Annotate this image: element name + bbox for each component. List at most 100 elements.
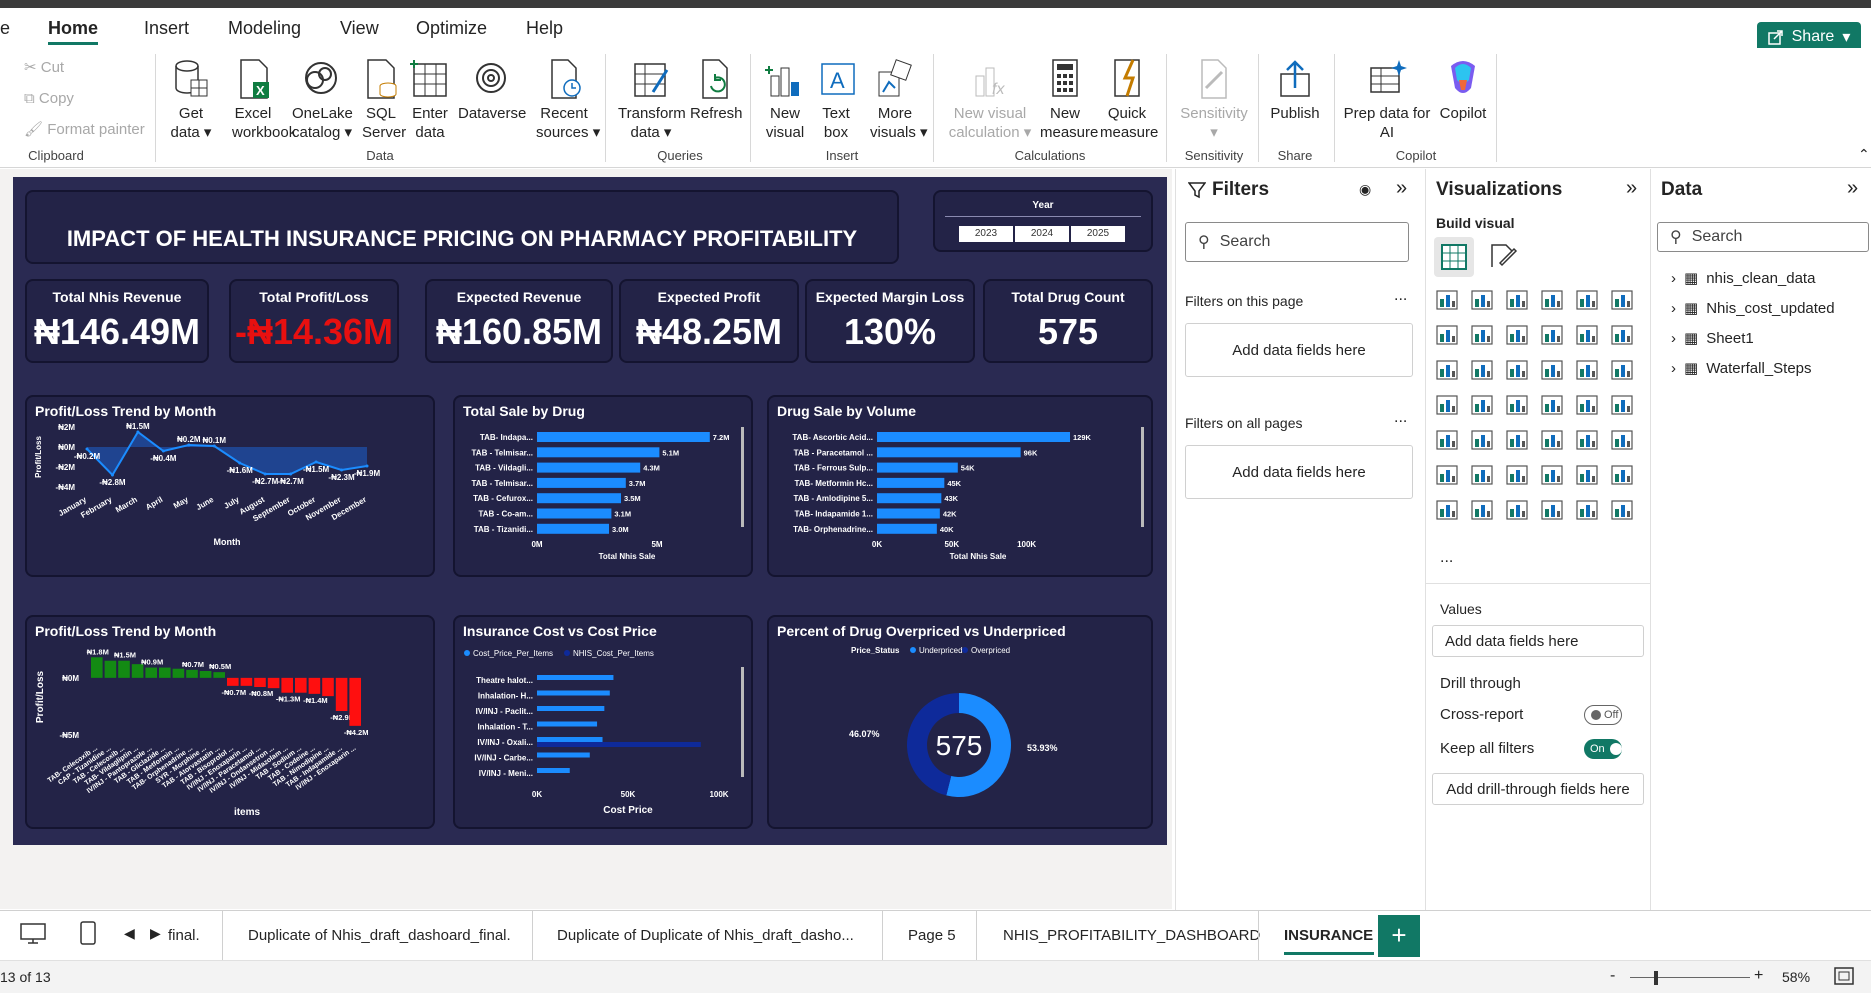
transform-data-button[interactable]: Transform data ▾	[618, 58, 686, 142]
get-data-button[interactable]: Get data ▾	[170, 58, 212, 142]
matrix-icon[interactable]	[1434, 392, 1460, 418]
area-chart-icon[interactable]	[1469, 322, 1495, 348]
table-icon[interactable]	[1539, 427, 1565, 453]
card-icon[interactable]	[1609, 392, 1635, 418]
menu-home[interactable]: Home	[48, 18, 99, 45]
multirow-card-icon[interactable]	[1434, 427, 1460, 453]
new-measure-button[interactable]: New measure	[1040, 58, 1098, 142]
stacked-column-icon[interactable]	[1469, 287, 1495, 313]
filters-search-input[interactable]: ⚲ Search	[1185, 222, 1409, 262]
copilot-button[interactable]: Copilot	[1436, 58, 1490, 123]
prep-data-for-ai-button[interactable]: Prep data for AI	[1342, 58, 1432, 142]
gauge-icon[interactable]	[1574, 392, 1600, 418]
arcgis-icon[interactable]	[1539, 497, 1565, 523]
donut-icon[interactable]	[1574, 357, 1600, 383]
format-painter-button[interactable]: 🖌 Format painter	[24, 120, 145, 138]
add-page-button[interactable]: +	[1378, 915, 1420, 957]
qa-icon[interactable]	[1539, 462, 1565, 488]
dataverse-button[interactable]: Dataverse	[458, 58, 526, 123]
tab-insurance-active[interactable]: INSURANCE P	[1284, 927, 1374, 955]
quick-measure-button[interactable]: Quick measure	[1100, 58, 1158, 142]
zoom-in-icon[interactable]: +	[1754, 967, 1763, 985]
zoom-slider[interactable]	[1630, 977, 1750, 978]
cut-button[interactable]: ✂ Cut	[24, 58, 64, 76]
table-nhis-cost-updated[interactable]: › ▦ Nhis_cost_updated	[1671, 299, 1835, 318]
decomposition-tree-icon[interactable]	[1504, 462, 1530, 488]
new-visual-calculation-button[interactable]: fx New visual calculation ▾	[944, 58, 1036, 142]
keep-filters-toggle[interactable]: On	[1584, 739, 1622, 759]
clustered-column-icon[interactable]	[1539, 287, 1565, 313]
text-box-button[interactable]: A Text box	[818, 58, 855, 142]
sensitivity-button[interactable]: Sensitivity ▾	[1178, 58, 1250, 142]
data-search-input[interactable]: ⚲ Search	[1657, 222, 1869, 252]
filters-all-dropzone[interactable]: Add data fields here	[1185, 445, 1413, 499]
slicer-icon[interactable]	[1504, 427, 1530, 453]
filled-map-icon[interactable]	[1504, 392, 1530, 418]
table-sheet1[interactable]: › ▦ Sheet1	[1671, 329, 1754, 348]
excel-workbook-button[interactable]: X Excel workbook	[232, 58, 296, 142]
eye-icon[interactable]: ◉	[1359, 181, 1371, 198]
zoom-out-icon[interactable]: -	[1610, 967, 1615, 985]
year-option-2023[interactable]: 2023	[959, 226, 1013, 242]
collapse-filters-icon[interactable]: »	[1396, 177, 1407, 200]
power-apps-icon[interactable]	[1469, 497, 1495, 523]
publish-button[interactable]: Publish	[1268, 58, 1322, 123]
forward-icon[interactable]	[1609, 497, 1635, 523]
year-option-2024[interactable]: 2024	[1015, 226, 1069, 242]
mobile-layout-icon[interactable]	[80, 921, 96, 950]
drill-through-dropzone[interactable]: Add drill-through fields here	[1432, 773, 1644, 805]
tab-final[interactable]: final.	[168, 927, 200, 944]
diamond-icon[interactable]	[1574, 497, 1600, 523]
key-influencers-icon[interactable]	[1469, 462, 1495, 488]
tab-nhis-profitability[interactable]: NHIS_PROFITABILITY_DASHBOARD	[1003, 927, 1260, 944]
menu-modeling[interactable]: Modeling	[228, 18, 301, 39]
copy-button[interactable]: ⧉ Copy	[24, 90, 74, 107]
onelake-catalog-button[interactable]: OneLake catalog ▾	[292, 58, 353, 142]
map-icon[interactable]	[1469, 392, 1495, 418]
tab-duplicate-duplicate[interactable]: Duplicate of Duplicate of Nhis_draft_das…	[557, 927, 854, 944]
scatter-icon[interactable]	[1504, 357, 1530, 383]
stacked-area-icon[interactable]	[1504, 322, 1530, 348]
funnel-icon[interactable]	[1469, 357, 1495, 383]
year-option-2025[interactable]: 2025	[1071, 226, 1125, 242]
menu-optimize[interactable]: Optimize	[416, 18, 487, 39]
fit-to-page-icon[interactable]	[1834, 967, 1854, 990]
enter-data-button[interactable]: Enter data	[410, 58, 450, 142]
cross-report-toggle[interactable]: Off	[1584, 705, 1622, 725]
filters-page-dropzone[interactable]: Add data fields here	[1185, 323, 1413, 377]
kpi-icon[interactable]	[1469, 427, 1495, 453]
more-options-icon[interactable]: ...	[1394, 287, 1407, 305]
more-visuals-button[interactable]: More visuals ▾	[870, 58, 928, 142]
power-automate-icon[interactable]	[1504, 497, 1530, 523]
more-options-icon[interactable]: ...	[1394, 409, 1407, 427]
values-dropzone[interactable]: Add data fields here	[1432, 625, 1644, 657]
ribbon-chart-icon[interactable]	[1539, 322, 1565, 348]
line-clustered-icon[interactable]	[1609, 322, 1635, 348]
zoom-slider-thumb[interactable]	[1654, 971, 1658, 985]
collapse-ribbon-icon[interactable]: ⌃	[1858, 146, 1870, 163]
tab-duplicate-final[interactable]: Duplicate of Nhis_draft_dashoard_final.	[248, 927, 511, 944]
100-bar-icon[interactable]	[1574, 287, 1600, 313]
narrative-icon[interactable]	[1574, 462, 1600, 488]
line-chart-icon[interactable]	[1434, 322, 1460, 348]
refresh-button[interactable]: Refresh	[690, 58, 743, 123]
menu-file[interactable]: e	[0, 18, 10, 39]
matrix-grid-icon[interactable]	[1574, 427, 1600, 453]
paginated-icon[interactable]	[1434, 497, 1460, 523]
r-visual-icon[interactable]	[1609, 427, 1635, 453]
collapse-data-icon[interactable]: »	[1847, 177, 1858, 200]
desktop-layout-icon[interactable]	[20, 923, 46, 950]
more-visuals-ellipsis[interactable]: ...	[1440, 549, 1453, 567]
format-visual-tab[interactable]	[1488, 241, 1518, 276]
python-visual-icon[interactable]	[1434, 462, 1460, 488]
new-visual-button[interactable]: New visual	[764, 58, 806, 142]
pie-chart-icon[interactable]	[1539, 357, 1565, 383]
line-column-icon[interactable]	[1574, 322, 1600, 348]
waterfall-icon[interactable]	[1434, 357, 1460, 383]
collapse-viz-icon[interactable]: »	[1626, 177, 1637, 200]
clustered-bar-icon[interactable]	[1504, 287, 1530, 313]
azure-map-icon[interactable]	[1539, 392, 1565, 418]
recent-sources-button[interactable]: Recent sources ▾	[536, 58, 600, 142]
prev-page-icon[interactable]: ◀	[124, 925, 135, 942]
menu-help[interactable]: Help	[526, 18, 563, 39]
